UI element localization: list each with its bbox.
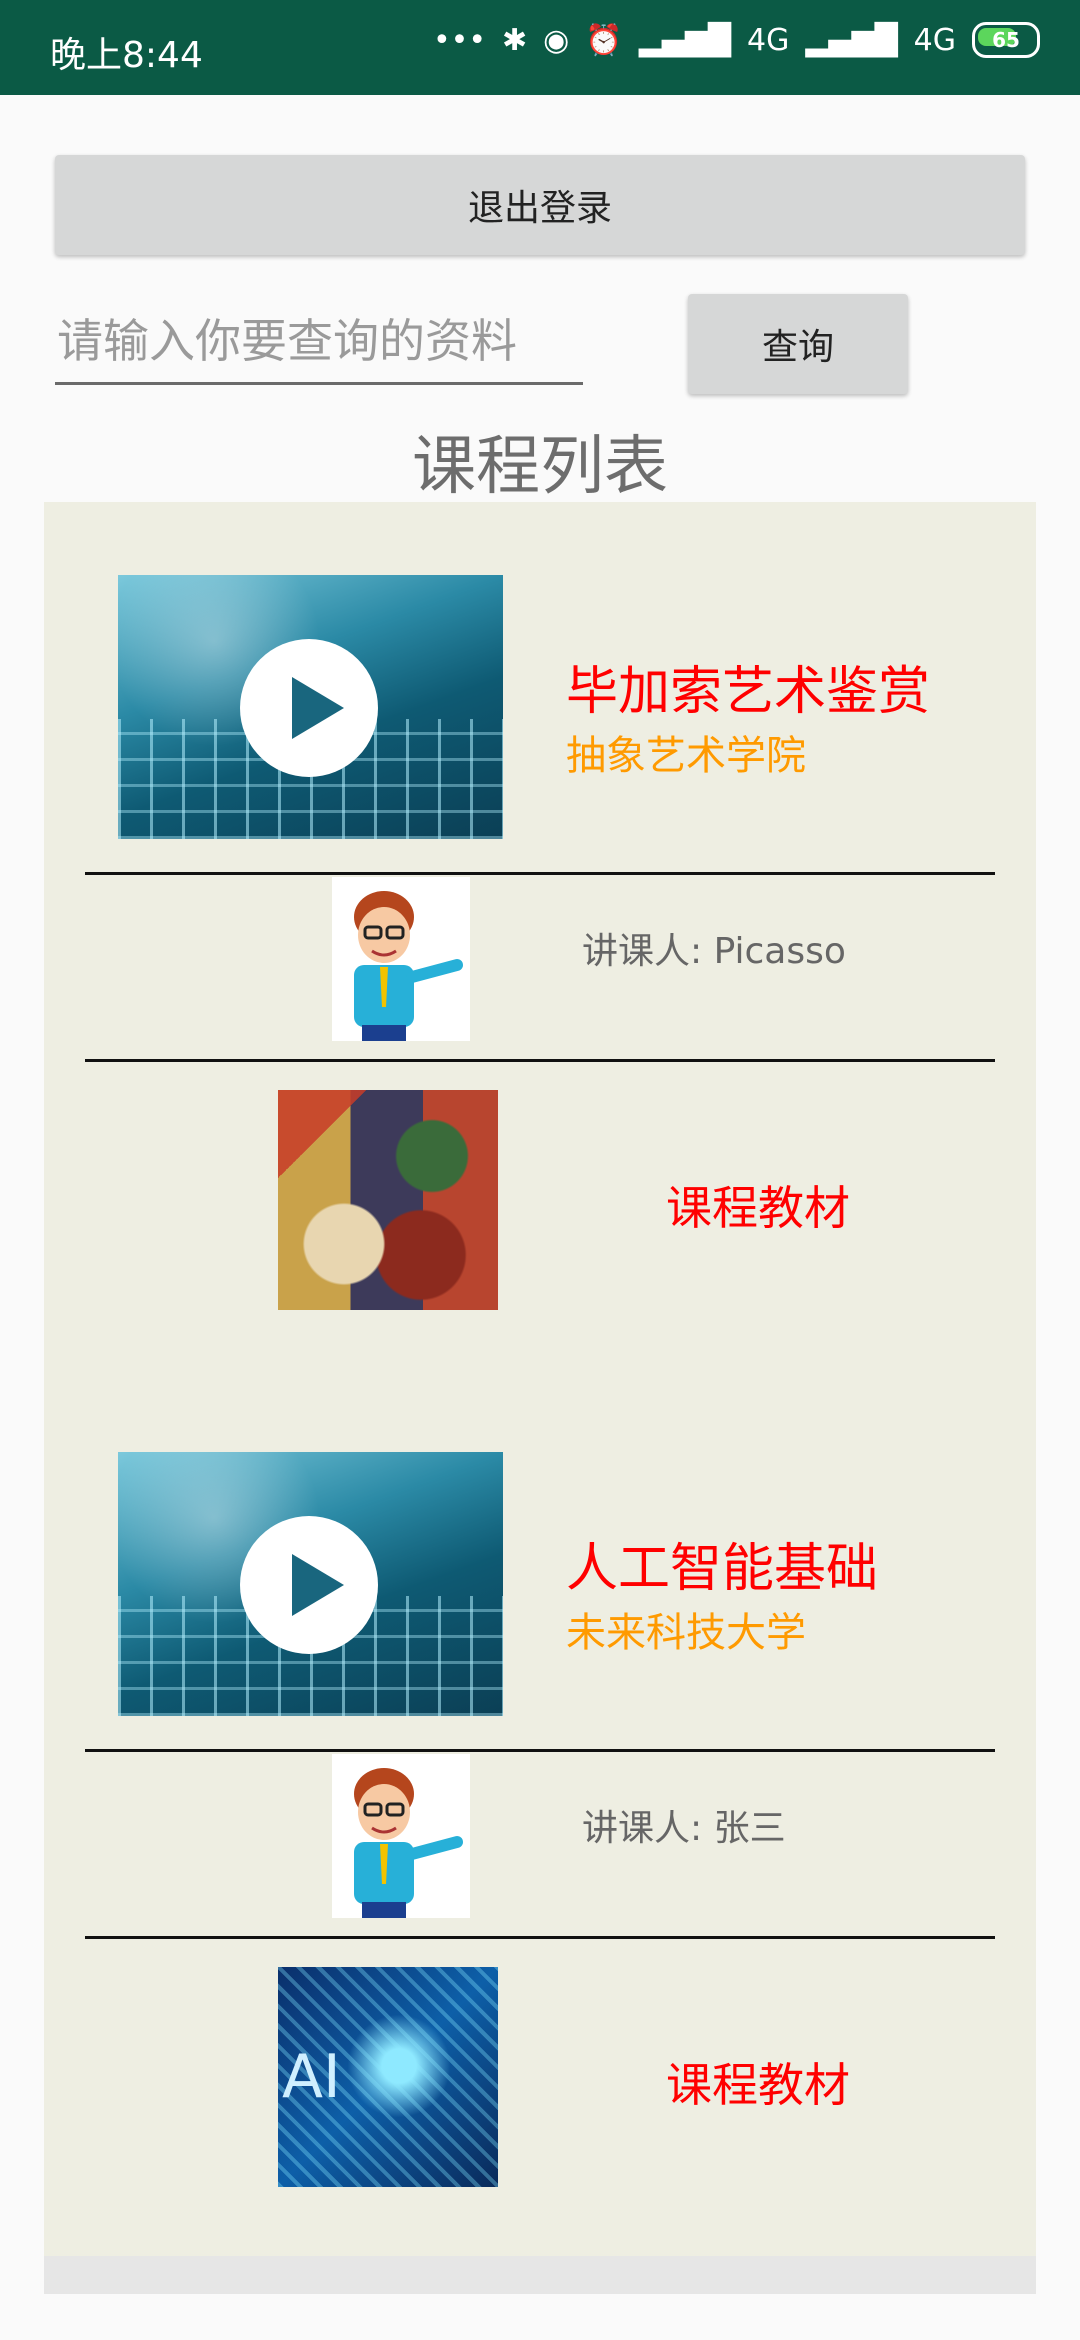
status-icons: ••• ✱ ◉ ⏰ ▂▄▆█ 4G ▂▄▆█ 4G 65: [433, 22, 1040, 58]
divider: [85, 1749, 995, 1752]
course-name[interactable]: 人工智能基础: [566, 1526, 878, 1601]
bluetooth-icon: ✱: [502, 22, 528, 58]
status-time: 晚上8:44: [50, 35, 203, 76]
teacher-avatar: [332, 877, 470, 1041]
network-label-1: 4G: [747, 22, 790, 58]
teacher-label: 讲课人: 张三: [582, 1808, 786, 1849]
battery-icon: 65: [972, 22, 1040, 58]
material-image[interactable]: AI: [278, 1967, 498, 2187]
divider: [85, 1059, 995, 1062]
material-image[interactable]: [278, 1090, 498, 1310]
more-dots-icon: •••: [432, 22, 487, 58]
play-icon[interactable]: [240, 1516, 378, 1654]
teacher-avatar: [332, 1754, 470, 1918]
network-label-2: 4G: [913, 22, 956, 58]
list-bottom-bar: [44, 2256, 1036, 2294]
toggle-icon: ◉: [543, 22, 570, 58]
course-video-thumbnail[interactable]: [118, 575, 503, 839]
search-input[interactable]: [55, 300, 583, 385]
material-link[interactable]: 课程教材: [666, 1172, 850, 1238]
page-title: 课程列表: [412, 430, 668, 504]
signal-icon: ▂▄▆█: [638, 22, 732, 58]
battery-level: 65: [992, 28, 1020, 52]
status-bar: 晚上8:44 ••• ✱ ◉ ⏰ ▂▄▆█ 4G ▂▄▆█ 4G 65: [0, 0, 1080, 95]
divider: [85, 872, 995, 875]
teacher-label: 讲课人: Picasso: [582, 931, 846, 972]
alarm-icon: ⏰: [585, 22, 623, 58]
course-school: 未来科技大学: [566, 1610, 806, 1656]
logout-button[interactable]: 退出登录: [55, 155, 1025, 255]
signal-hd-icon: ▂▄▆█: [805, 22, 898, 58]
course-video-thumbnail[interactable]: [118, 1452, 503, 1716]
query-button[interactable]: 查询: [688, 294, 908, 394]
play-icon[interactable]: [240, 639, 378, 777]
course-school: 抽象艺术学院: [566, 733, 806, 779]
material-link[interactable]: 课程教材: [666, 2049, 850, 2115]
divider: [85, 1936, 995, 1939]
material-image-text: AI: [282, 2042, 341, 2112]
course-name[interactable]: 毕加索艺术鉴赏: [566, 649, 930, 724]
